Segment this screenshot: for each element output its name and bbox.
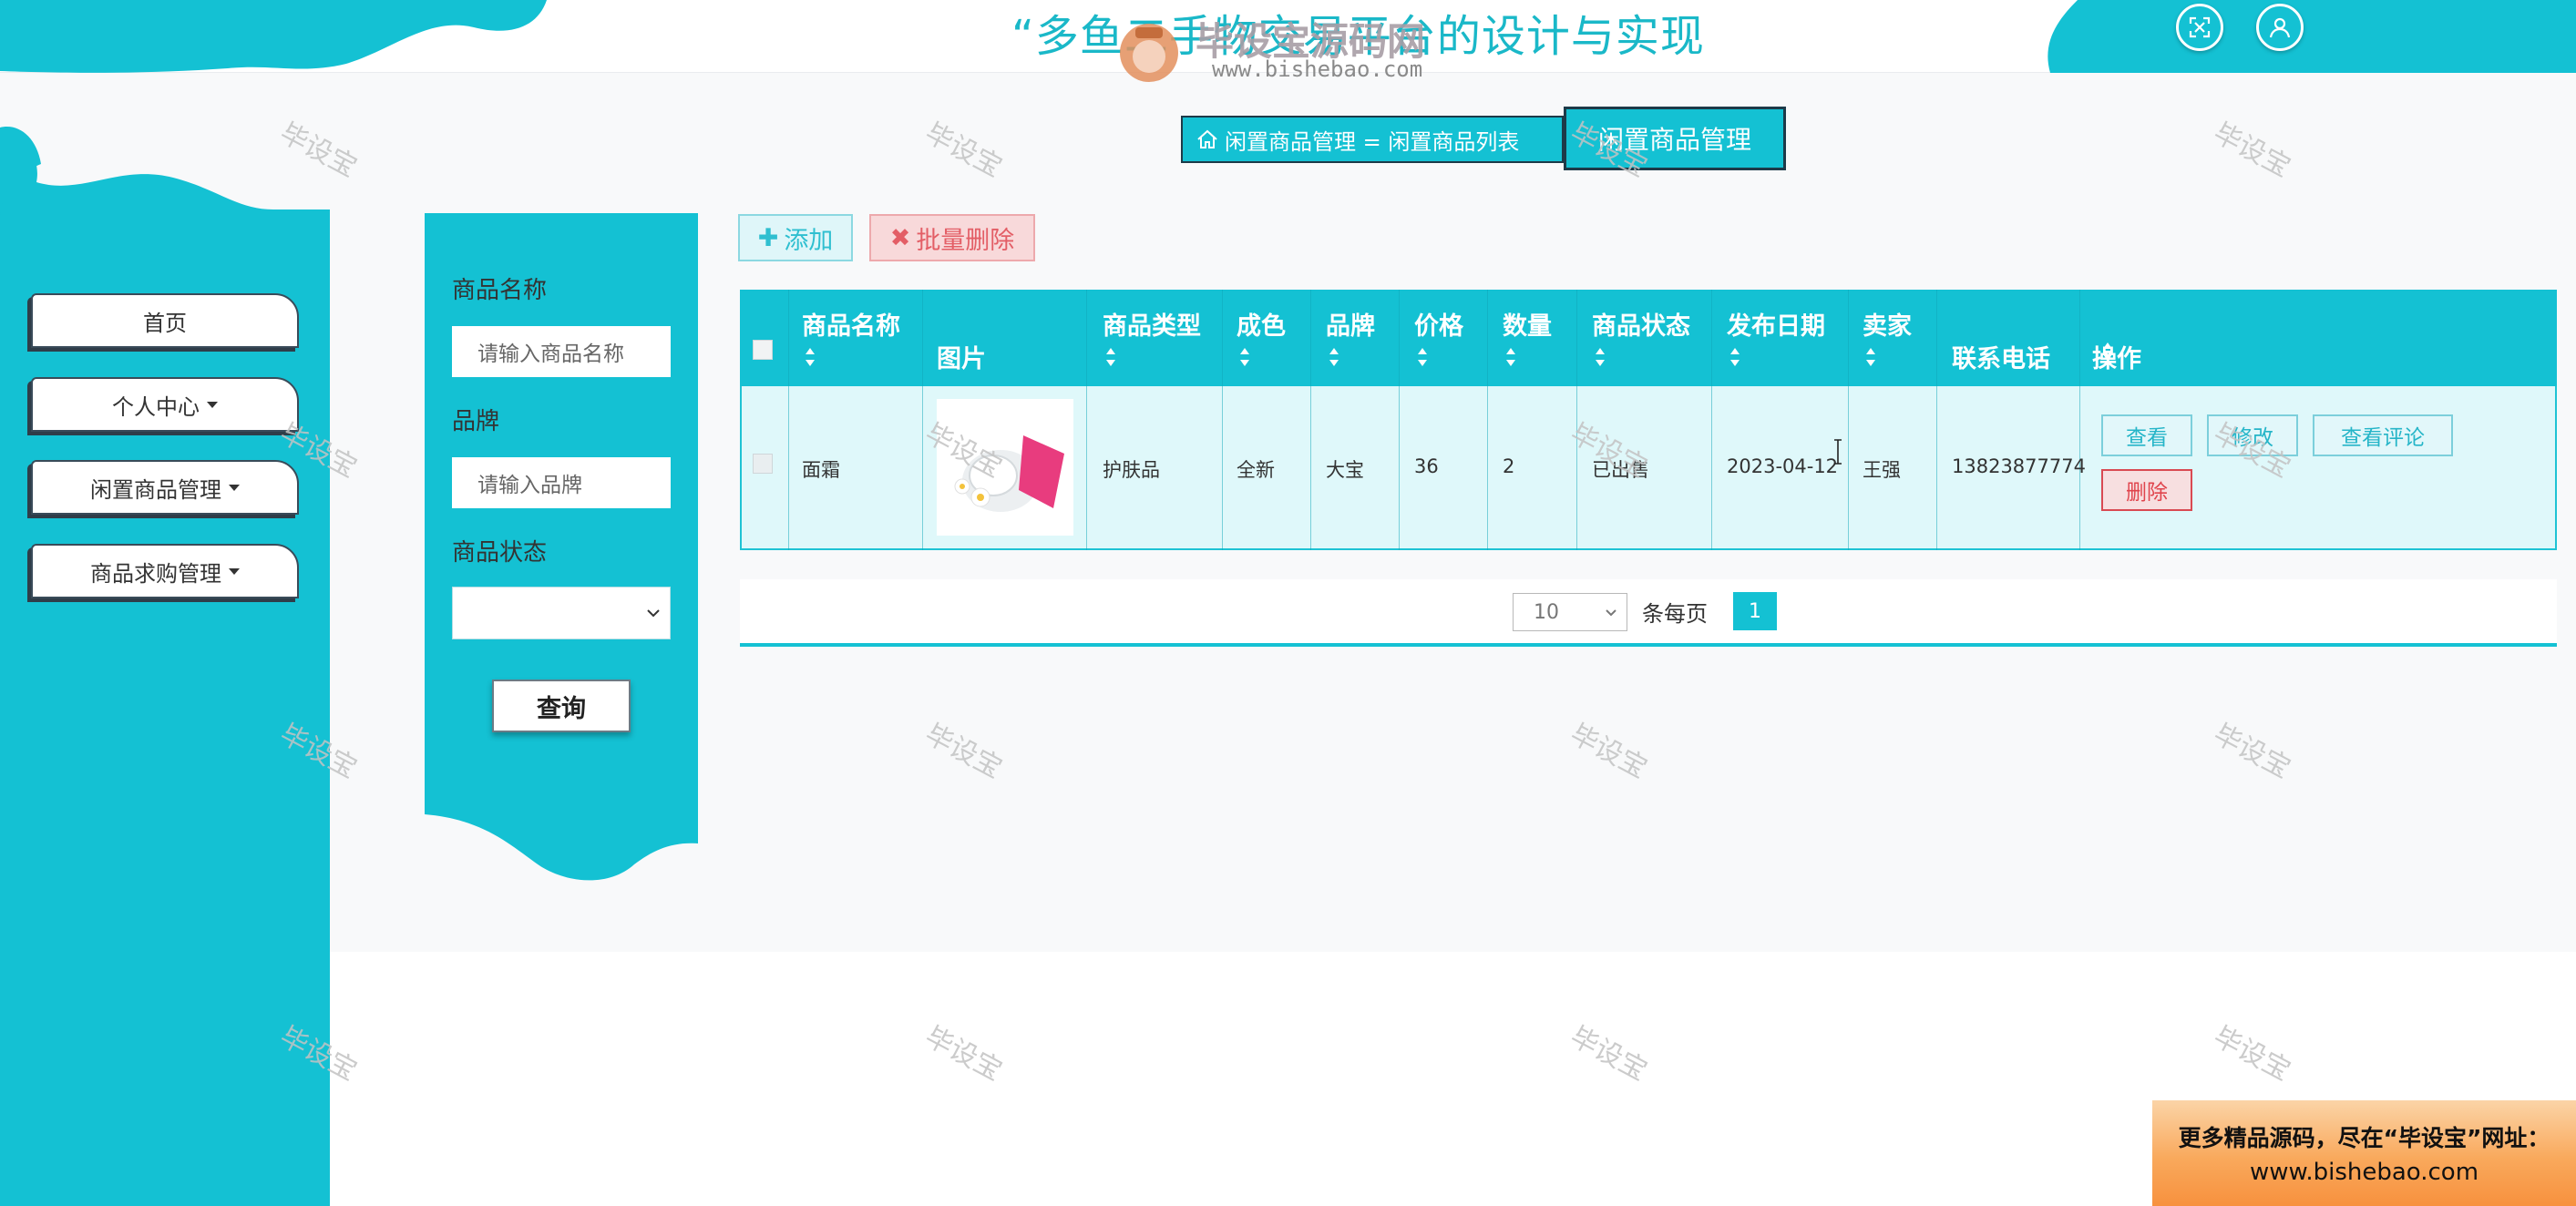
fullscreen-button[interactable] (2176, 4, 2223, 51)
column-header-label: 商品类型 (1103, 312, 1201, 341)
column-header-label: 联系电话 (1952, 345, 2050, 373)
user-icon (2269, 17, 2291, 38)
cell-name: 面霜 (802, 459, 840, 481)
chevron-down-icon (1606, 609, 1616, 617)
bulk-delete-button[interactable]: ✖ 批量删除 (869, 214, 1035, 261)
page-size-select[interactable]: 10 (1513, 593, 1627, 631)
delete-button[interactable]: 删除 (2101, 469, 2192, 511)
sort-icon (1866, 348, 1875, 366)
product-image[interactable] (937, 399, 1073, 536)
sort-icon (1329, 348, 1339, 366)
sort-icon (1240, 348, 1249, 366)
add-button[interactable]: ✚ 添加 (738, 214, 853, 261)
sort-icon (1596, 348, 1605, 366)
sort-icon (1730, 348, 1740, 366)
cell-phone: 13823877774 (1952, 455, 2086, 477)
breadcrumb-path[interactable]: 闲置商品管理 = 闲置商品列表 (1225, 124, 1519, 156)
select-all-checkbox[interactable] (753, 340, 773, 360)
watermark: 毕设宝 (2208, 1020, 2296, 1088)
column-divider (1086, 290, 1087, 550)
column-header-label: 数量 (1503, 312, 1552, 341)
column-divider (1711, 290, 1712, 550)
chevron-down-icon (647, 609, 660, 618)
column-divider (1576, 290, 1577, 550)
view-button[interactable]: 查看 (2101, 414, 2192, 456)
row-checkbox[interactable] (753, 454, 773, 474)
promo-url: www.bishebao.com (2249, 1159, 2479, 1186)
watermark: 毕设宝 (1565, 1020, 1653, 1088)
query-button[interactable]: 查询 (492, 680, 631, 732)
close-icon: ✖ (889, 223, 911, 252)
status-label: 商品状态 (452, 539, 548, 567)
column-header-label: 商品名称 (802, 312, 900, 341)
column-divider (922, 290, 923, 550)
watermark-logo-icon (1120, 24, 1178, 82)
cell-type: 护肤品 (1103, 459, 1160, 481)
brand-input[interactable]: 请输入品牌 (452, 457, 671, 508)
plus-icon: ✚ (757, 223, 779, 252)
column-header-label: 价格 (1414, 312, 1463, 341)
text-cursor-icon (1834, 439, 1842, 465)
sidebar-item-label: 首页 (143, 310, 187, 336)
cell-brand: 大宝 (1326, 459, 1364, 481)
cell-price: 36 (1414, 455, 1439, 477)
add-button-label: 添加 (784, 226, 834, 255)
caret-down-icon (229, 484, 240, 491)
column-divider (1399, 290, 1400, 550)
user-button[interactable] (2256, 4, 2304, 51)
product-name-input[interactable]: 请输入商品名称 (452, 326, 671, 377)
column-header-label: 图片 (937, 345, 986, 373)
breadcrumb: 闲置商品管理 = 闲置商品列表 (1181, 116, 1564, 163)
sort-icon (1506, 348, 1515, 366)
sidebar-item-label: 商品求购管理 (90, 560, 221, 587)
home-icon[interactable] (1196, 128, 1219, 151)
sort-icon (806, 348, 815, 366)
column-header-label: 品牌 (1326, 312, 1375, 341)
per-page-label: 条每页 (1642, 601, 1708, 627)
column-divider (1848, 290, 1849, 550)
promo-text: 更多精品源码，尽在“毕设宝”网址： (2178, 1125, 2550, 1151)
sidebar-item-label: 个人中心 (112, 393, 200, 420)
column-header-label: 操作 (2092, 345, 2141, 373)
app-root: “多鱼二手物交易平台的设计与实现 毕设宝源码网 www.bishebao.com… (0, 0, 2576, 1206)
cell-seller: 王强 (1863, 459, 1901, 481)
column-header-label: 发布日期 (1727, 312, 1825, 341)
caret-down-icon (229, 567, 240, 575)
fullscreen-icon (2189, 16, 2211, 38)
column-divider (1310, 290, 1311, 550)
column-header-label: 卖家 (1863, 312, 1912, 341)
page-size-value: 10 (1534, 600, 1559, 624)
status-select[interactable] (452, 587, 671, 639)
brand-label: 品牌 (452, 408, 500, 435)
sort-icon (1418, 348, 1427, 366)
cell-condition: 全新 (1237, 459, 1275, 481)
bulk-delete-button-label: 批量删除 (916, 226, 1015, 255)
sidebar-item-personal-center[interactable]: 个人中心 (31, 377, 299, 432)
watermark-logo-url: www.bishebao.com (1212, 56, 1423, 82)
watermark: 毕设宝 (919, 1020, 1008, 1088)
column-header-label: 商品状态 (1592, 312, 1690, 341)
column-divider (1487, 290, 1488, 550)
caret-down-icon (207, 401, 218, 408)
column-divider (1222, 290, 1223, 550)
cell-date: 2023-04-12 (1727, 455, 1839, 477)
column-header-label: 成色 (1237, 312, 1286, 341)
sidebar-item-label: 闲置商品管理 (90, 476, 221, 503)
product-name-label: 商品名称 (452, 277, 548, 304)
sidebar-item-idle-goods[interactable]: 闲置商品管理 (31, 460, 299, 515)
promo-banner[interactable]: 更多精品源码，尽在“毕设宝”网址： www.bishebao.com (2152, 1100, 2576, 1206)
column-divider (2079, 290, 2080, 550)
cell-quantity: 2 (1503, 455, 1515, 477)
page-button[interactable]: 1 (1733, 592, 1777, 630)
sort-icon (1106, 348, 1115, 366)
sidebar-item-home[interactable]: 首页 (31, 293, 299, 348)
header-wave-left (0, 0, 547, 73)
column-divider (1936, 290, 1937, 550)
column-divider (788, 290, 789, 550)
view-comments-button[interactable]: 查看评论 (2313, 414, 2453, 456)
sidebar-item-purchase-requests[interactable]: 商品求购管理 (31, 544, 299, 598)
